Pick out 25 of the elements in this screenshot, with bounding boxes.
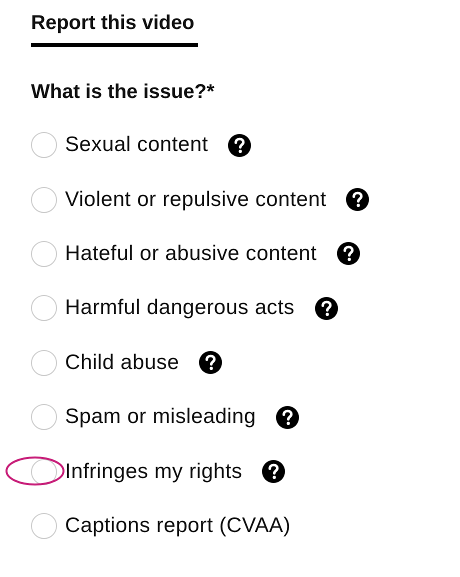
radio-button[interactable] bbox=[31, 132, 57, 158]
radio-button[interactable] bbox=[31, 186, 57, 213]
help-icon[interactable] bbox=[336, 242, 360, 266]
option-label: Child abuse bbox=[65, 350, 180, 375]
radio-button[interactable] bbox=[31, 240, 57, 267]
option-label: Violent or repulsive content bbox=[65, 188, 326, 212]
radio-button[interactable] bbox=[31, 458, 57, 485]
option-label: Captions report (CVAA) bbox=[65, 514, 291, 538]
help-icon[interactable] bbox=[262, 460, 286, 484]
radio-button[interactable] bbox=[31, 512, 57, 539]
help-icon[interactable] bbox=[346, 188, 370, 212]
question-label: What is the issue?* bbox=[31, 81, 216, 104]
help-icon[interactable] bbox=[228, 134, 252, 157]
radio-button[interactable] bbox=[31, 295, 57, 322]
option-label: Spam or misleading bbox=[65, 405, 256, 430]
heading: Report this video bbox=[31, 12, 198, 47]
help-icon[interactable] bbox=[314, 296, 338, 320]
option-label: Harmful dangerous acts bbox=[65, 296, 295, 320]
help-icon[interactable] bbox=[276, 406, 299, 429]
option-label: Infringes my rights bbox=[65, 460, 242, 484]
help-icon[interactable] bbox=[199, 351, 222, 374]
option-label: Sexual content bbox=[65, 133, 208, 158]
radio-button[interactable] bbox=[31, 350, 57, 376]
option-label: Hateful or abusive content bbox=[65, 242, 317, 266]
radio-button[interactable] bbox=[31, 404, 57, 430]
